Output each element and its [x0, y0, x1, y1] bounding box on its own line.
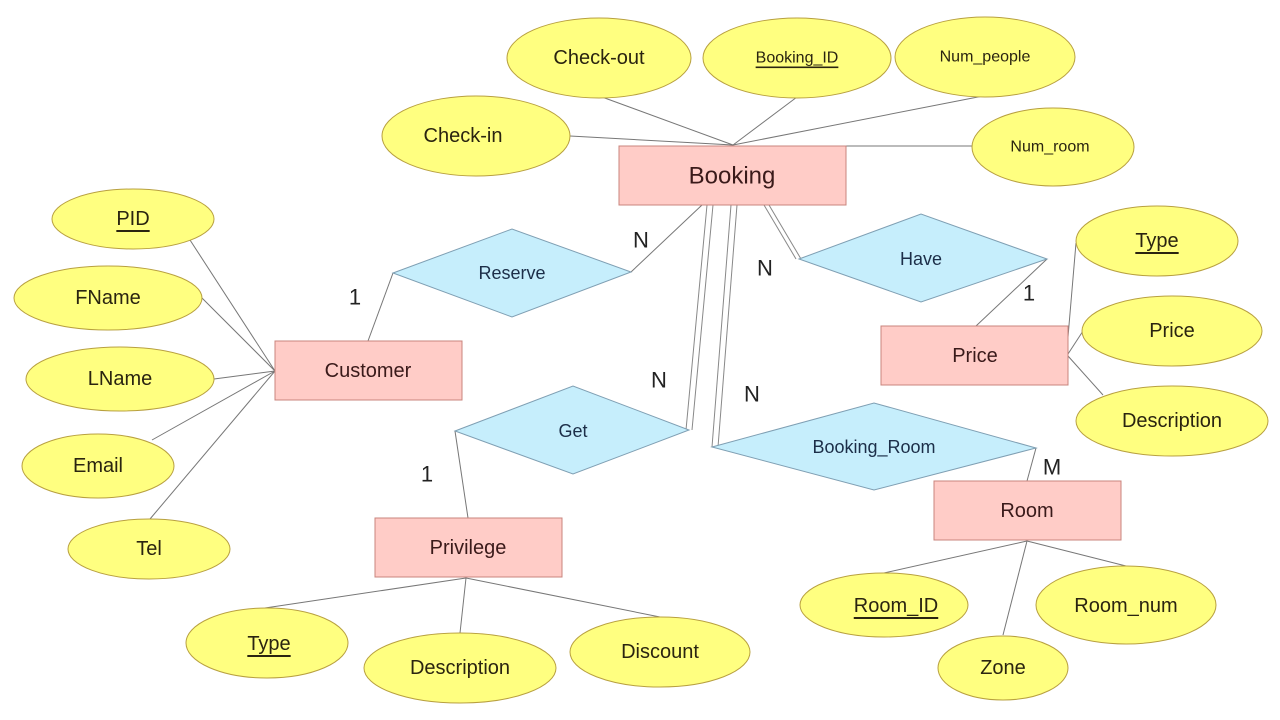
cardinality-reserve-booking: N	[633, 228, 649, 253]
attribute-label: LName	[88, 368, 152, 390]
entity-room: Room	[933, 480, 1122, 541]
attribute-room-zone: Zone	[937, 635, 1069, 701]
edge-privilege-description	[459, 577, 467, 634]
relationship-get: Get	[453, 385, 691, 475]
attribute-room-num: Room_num	[1035, 565, 1217, 645]
entity-label: Booking	[689, 163, 776, 190]
edge-booking-bookingroom-b	[717, 204, 738, 448]
cardinality-bookingroom-room: M	[1043, 455, 1061, 480]
edge-booking-bookingid	[732, 96, 798, 146]
attribute-label: Discount	[621, 641, 699, 663]
attribute-privilege-discount: Discount	[569, 616, 751, 688]
edge-booking-have-b	[768, 204, 802, 260]
relationship-label: Have	[900, 249, 942, 269]
attribute-label: Price	[1149, 320, 1195, 342]
attribute-label: Check-in	[424, 125, 503, 147]
edge-booking-have-a	[763, 204, 797, 260]
edge-customer-reserve	[367, 272, 394, 342]
cardinality-have-price: 1	[1023, 281, 1035, 306]
attribute-label-key: Type	[1135, 230, 1178, 252]
attribute-num-people: Num_people	[894, 16, 1076, 98]
cardinality-bookingroom-booking: N	[744, 382, 760, 407]
attribute-tel: Tel	[67, 518, 231, 580]
attribute-lname: LName	[25, 346, 215, 412]
edge-privilege-type	[264, 577, 467, 609]
edge-customer-pid	[189, 239, 276, 372]
relationship-label: Booking_Room	[812, 437, 935, 458]
cardinality-get-privilege: 1	[421, 462, 433, 487]
edge-booking-numpeople	[732, 95, 984, 146]
entity-privilege: Privilege	[374, 517, 563, 578]
attribute-pid: PID	[51, 188, 215, 250]
attribute-fname: FName	[13, 265, 203, 331]
attribute-label: FName	[75, 287, 141, 309]
attribute-label: Tel	[136, 538, 162, 560]
cardinality-get-booking: N	[651, 368, 667, 393]
attribute-email: Email	[21, 433, 175, 499]
edge-customer-fname	[201, 297, 276, 372]
entity-label: Customer	[325, 360, 412, 382]
edge-room-roomid	[883, 540, 1028, 574]
attribute-price-description: Description	[1075, 385, 1269, 457]
edge-booking-bookingroom-a	[711, 204, 732, 448]
attribute-label: Num_room	[1010, 139, 1089, 156]
entity-price: Price	[880, 325, 1069, 386]
attribute-label: Zone	[980, 657, 1026, 679]
entity-label: Privilege	[430, 537, 507, 559]
edge-get-privilege	[454, 430, 469, 519]
attribute-price-type: Type	[1075, 205, 1239, 277]
attribute-room-id: Room_ID	[799, 572, 969, 638]
relationship-have: Have	[797, 213, 1049, 303]
cardinality-reserve-customer: 1	[349, 285, 361, 310]
attribute-label: Num_people	[940, 49, 1031, 66]
attribute-booking-id: Booking_ID	[702, 17, 892, 99]
relationship-label: Reserve	[478, 263, 545, 283]
attribute-privilege-description: Description	[363, 632, 557, 704]
edge-price-description	[1067, 355, 1104, 396]
relationship-reserve: Reserve	[391, 228, 633, 318]
attribute-label: Check-out	[553, 47, 645, 69]
attribute-num-room: Num_room	[971, 107, 1135, 187]
attribute-check-out: Check-out	[506, 17, 692, 99]
edge-room-zone	[1002, 540, 1028, 636]
edge-booking-get-b	[691, 204, 714, 431]
edge-price-type	[1067, 242, 1077, 338]
edge-booking-checkin	[569, 135, 734, 146]
entity-booking: Booking	[618, 145, 847, 206]
attribute-label: Email	[73, 455, 123, 477]
edge-price-price	[1067, 330, 1084, 355]
attribute-price-price: Price	[1081, 295, 1263, 367]
attribute-label-key: Booking_ID	[756, 50, 839, 67]
relationship-booking-room: Booking_Room	[710, 402, 1038, 491]
attribute-label: Room_num	[1074, 595, 1177, 617]
attribute-label-key: Room_ID	[854, 595, 938, 617]
edge-booking-checkout	[601, 96, 734, 146]
edge-booking-get-a	[685, 204, 708, 431]
cardinality-have-booking: N	[757, 256, 773, 281]
attribute-label-key: PID	[116, 208, 149, 230]
entity-customer: Customer	[274, 340, 463, 401]
edge-customer-lname	[213, 370, 276, 380]
attribute-privilege-type: Type	[185, 607, 349, 679]
entity-label: Price	[952, 345, 998, 367]
attribute-label: Description	[1122, 410, 1222, 432]
edge-privilege-discount	[465, 577, 661, 618]
edge-bookingroom-room	[1026, 447, 1037, 482]
attribute-label: Description	[410, 657, 510, 679]
er-diagram: Check-out Booking_ID Num_people Check-in…	[13, 16, 1269, 704]
entity-label: Room	[1000, 500, 1053, 522]
attribute-label-key: Type	[247, 633, 290, 655]
attribute-check-in: Check-in	[381, 95, 571, 177]
edge-room-roomnum	[1026, 540, 1127, 567]
relationship-label: Get	[558, 421, 587, 441]
